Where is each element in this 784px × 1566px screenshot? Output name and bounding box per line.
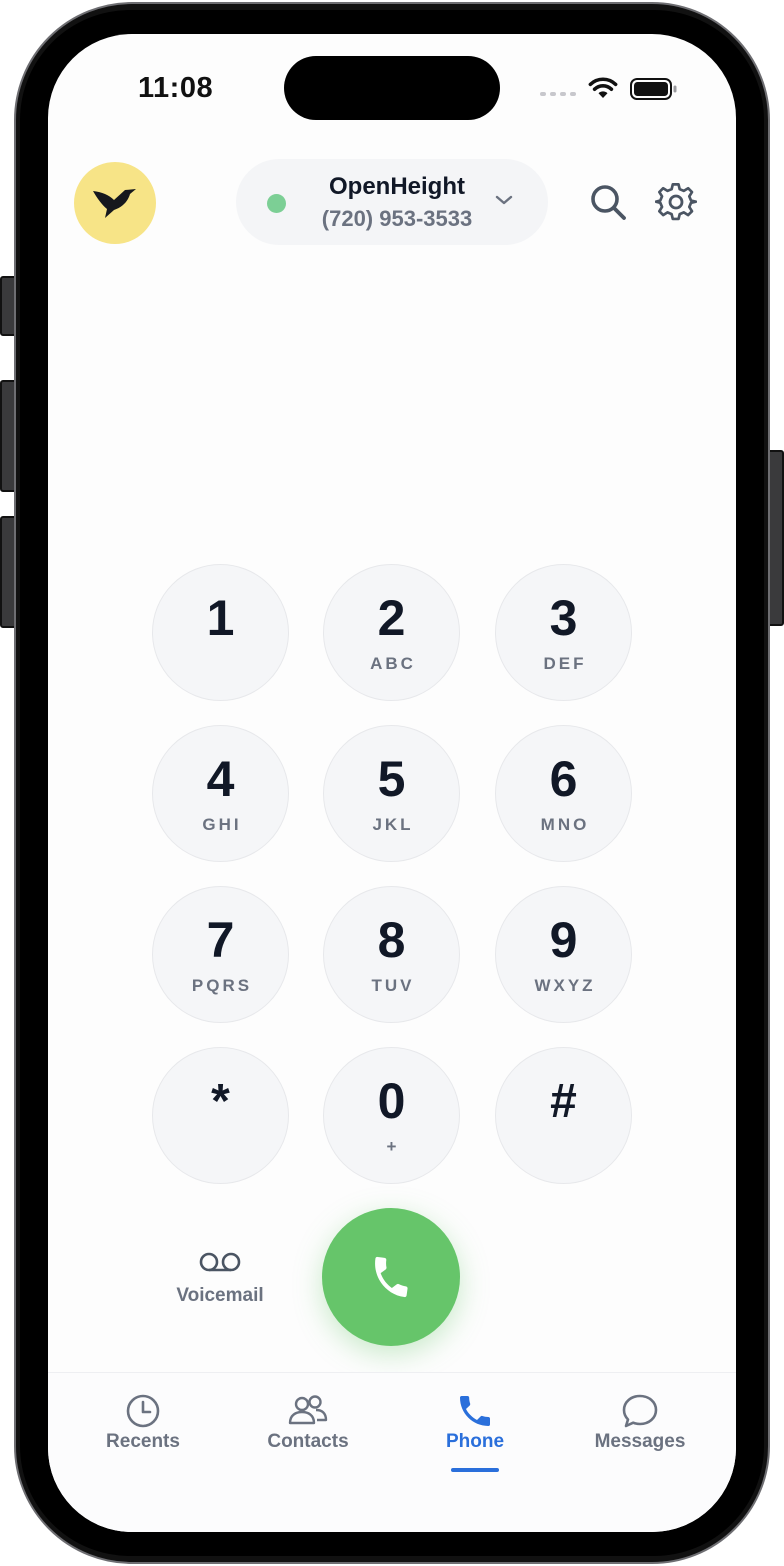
tab-messages[interactable]: Messages bbox=[570, 1391, 710, 1453]
keypad-key-8[interactable]: 8 TUV bbox=[323, 886, 460, 1023]
dynamic-island bbox=[284, 56, 500, 120]
key-digit: * bbox=[211, 1075, 230, 1128]
account-selector[interactable]: OpenHeight (720) 953-3533 bbox=[236, 159, 548, 245]
voicemail-button[interactable]: Voicemail bbox=[158, 1250, 282, 1320]
key-letters: PQRS bbox=[191, 976, 253, 995]
app-logo[interactable] bbox=[74, 162, 156, 244]
tab-label: Phone bbox=[445, 1431, 505, 1452]
wifi-icon bbox=[588, 77, 618, 98]
keypad-key-1[interactable]: 1 bbox=[152, 564, 289, 701]
keypad-key-0[interactable]: 0 + bbox=[323, 1047, 460, 1184]
keypad-key-3[interactable]: 3 DEF bbox=[495, 564, 632, 701]
keypad-key-hash[interactable]: # bbox=[495, 1047, 632, 1184]
key-letters: TUV bbox=[371, 976, 415, 995]
tab-label: Contacts bbox=[267, 1431, 349, 1452]
keypad-key-4[interactable]: 4 GHI bbox=[152, 725, 289, 862]
key-letters: DEF bbox=[543, 654, 587, 673]
bird-logo-icon bbox=[93, 189, 136, 218]
key-digit: 4 bbox=[206, 751, 235, 807]
cellular-signal-icon bbox=[540, 92, 576, 96]
keypad-key-7[interactable]: 7 PQRS bbox=[152, 886, 289, 1023]
clock-icon bbox=[126, 1394, 160, 1428]
key-letters: + bbox=[386, 1137, 400, 1156]
key-digit: 5 bbox=[377, 751, 406, 807]
keypad-key-2[interactable]: 2 ABC bbox=[323, 564, 460, 701]
tab-bar: Recents Contacts Phone Messages bbox=[48, 1372, 736, 1532]
key-digit: 2 bbox=[377, 590, 406, 646]
tab-phone[interactable]: Phone bbox=[405, 1391, 545, 1453]
phone-icon bbox=[460, 1396, 490, 1426]
voicemail-icon bbox=[199, 1252, 241, 1272]
contacts-icon bbox=[288, 1395, 328, 1425]
tab-contacts[interactable]: Contacts bbox=[238, 1391, 378, 1453]
key-letters: ABC bbox=[370, 654, 416, 673]
keypad-key-6[interactable]: 6 MNO bbox=[495, 725, 632, 862]
keypad-key-9[interactable]: 9 WXYZ bbox=[495, 886, 632, 1023]
status-time: 11:08 bbox=[138, 72, 214, 104]
key-digit: 0 bbox=[377, 1073, 406, 1129]
call-button[interactable] bbox=[322, 1208, 460, 1346]
key-digit: 6 bbox=[549, 751, 578, 807]
key-letters: JKL bbox=[372, 815, 414, 834]
chevron-down-icon bbox=[495, 195, 513, 205]
keypad-key-5[interactable]: 5 JKL bbox=[323, 725, 460, 862]
key-digit: # bbox=[550, 1075, 577, 1128]
message-bubble-icon bbox=[622, 1394, 658, 1428]
tab-label: Recents bbox=[106, 1431, 180, 1452]
voicemail-label: Voicemail bbox=[176, 1285, 264, 1306]
key-digit: 1 bbox=[206, 590, 235, 646]
tab-label: Messages bbox=[594, 1431, 686, 1452]
phone-icon bbox=[375, 1256, 408, 1298]
key-digit: 3 bbox=[549, 590, 578, 646]
gear-icon[interactable] bbox=[655, 181, 697, 223]
keypad-key-star[interactable]: * bbox=[152, 1047, 289, 1184]
key-digit: 8 bbox=[377, 912, 406, 968]
search-icon[interactable] bbox=[588, 182, 628, 222]
key-digit: 7 bbox=[206, 912, 235, 968]
key-digit: 9 bbox=[549, 912, 578, 968]
phone-screen: 11:08 OpenHeight (720) 953-3533 1 2 ABC … bbox=[48, 34, 736, 1532]
tab-recents[interactable]: Recents bbox=[73, 1391, 213, 1453]
active-tab-indicator bbox=[451, 1468, 499, 1472]
key-letters: MNO bbox=[540, 815, 590, 834]
key-letters: GHI bbox=[202, 815, 242, 834]
account-phone-number: (720) 953-3533 bbox=[321, 206, 473, 231]
battery-icon bbox=[630, 78, 677, 100]
key-letters: WXYZ bbox=[534, 976, 596, 995]
